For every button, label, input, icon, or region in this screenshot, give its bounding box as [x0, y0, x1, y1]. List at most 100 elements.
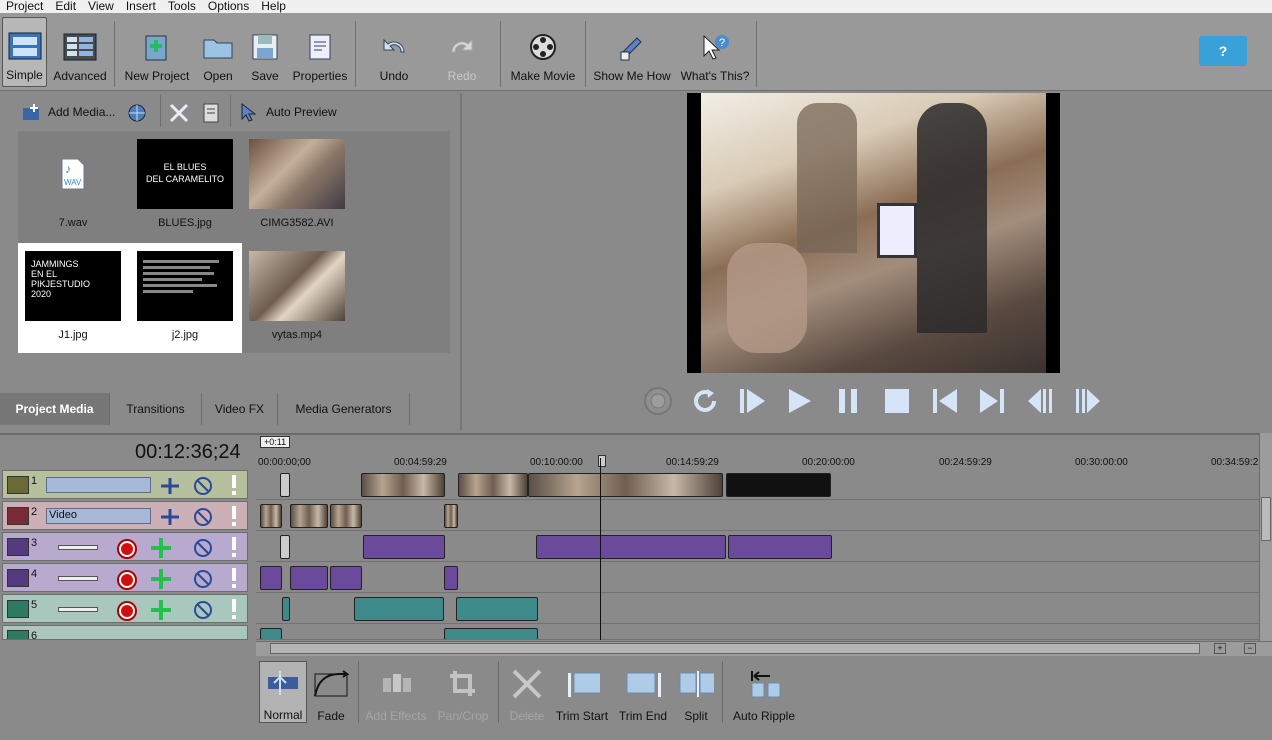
audio-clip[interactable]: [280, 535, 290, 559]
pan-crop-button[interactable]: Pan/Crop: [434, 661, 492, 723]
video-clip[interactable]: [260, 504, 282, 528]
split-button[interactable]: Split: [676, 661, 716, 723]
zoom-in-icon[interactable]: +: [1214, 643, 1226, 654]
video-clip[interactable]: [444, 504, 458, 528]
timeline-ruler[interactable]: +0:11 00:00:00;00 00:04:59:29 00:10:00:0…: [256, 433, 1259, 468]
track-header-2[interactable]: 2 Video: [2, 501, 248, 530]
normal-tool-button[interactable]: Normal: [259, 661, 307, 723]
globe-icon[interactable]: [127, 103, 147, 123]
menu-view[interactable]: View: [82, 0, 120, 13]
solo-icon[interactable]: [227, 505, 241, 530]
track-lane-1[interactable]: [256, 470, 1259, 500]
video-clip[interactable]: [528, 473, 723, 497]
media-item-vytas[interactable]: vytas.mp4: [242, 251, 352, 341]
auto-ripple-button[interactable]: Auto Ripple: [728, 661, 800, 723]
arm-record-icon[interactable]: [116, 600, 138, 625]
media-item-j2[interactable]: j2.jpg: [130, 251, 240, 341]
track-name-field[interactable]: Video: [46, 508, 151, 524]
menu-options[interactable]: Options: [202, 0, 255, 13]
auto-preview-toggle[interactable]: Auto Preview: [238, 101, 348, 123]
track-header-1[interactable]: 1: [2, 470, 248, 499]
scroll-thumb[interactable]: [270, 643, 1200, 654]
pan-icon[interactable]: [149, 568, 173, 593]
show-me-how-button[interactable]: Show Me How: [591, 17, 673, 87]
previous-frame-icon[interactable]: [1022, 384, 1058, 418]
audio-clip[interactable]: [456, 597, 538, 621]
solo-icon[interactable]: [227, 567, 241, 592]
video-clip[interactable]: [458, 473, 528, 497]
track-lane-6[interactable]: [256, 625, 1259, 640]
fade-tool-button[interactable]: Fade: [310, 661, 352, 723]
video-clip[interactable]: [280, 473, 290, 497]
media-item-cimg[interactable]: CIMG3582.AVI: [242, 139, 352, 229]
add-media-button[interactable]: Add Media...: [20, 101, 120, 123]
mute-icon[interactable]: [193, 569, 213, 592]
make-movie-button[interactable]: Make Movie: [507, 17, 579, 87]
go-to-end-icon[interactable]: [974, 384, 1010, 418]
loop-icon[interactable]: [687, 384, 723, 418]
menu-help[interactable]: Help: [255, 0, 292, 13]
stop-icon[interactable]: [879, 384, 915, 418]
audio-clip[interactable]: [330, 566, 362, 590]
arm-record-icon[interactable]: [116, 569, 138, 594]
redo-button[interactable]: Redo: [430, 17, 494, 87]
record-button[interactable]: [640, 384, 676, 418]
pause-icon[interactable]: [830, 384, 866, 418]
track-header-4[interactable]: 4: [2, 563, 248, 592]
track-lane-3[interactable]: [256, 532, 1259, 562]
timeline-vertical-scrollbar[interactable]: [1259, 433, 1272, 641]
menu-edit[interactable]: Edit: [49, 0, 82, 13]
video-clip[interactable]: [330, 504, 362, 528]
trim-start-button[interactable]: Trim Start: [554, 661, 610, 723]
media-item-j1[interactable]: JAMMINGS EN EL PIKJESTUDIO 2020 J1.jpg: [18, 251, 128, 341]
properties-button[interactable]: Properties: [291, 17, 349, 87]
audio-clip[interactable]: [282, 597, 290, 621]
tab-project-media[interactable]: Project Media: [0, 393, 110, 425]
open-button[interactable]: Open: [197, 17, 239, 87]
mute-icon[interactable]: [193, 600, 213, 623]
media-item-blues[interactable]: EL BLUES DEL CARAMELITO BLUES.jpg: [130, 139, 240, 229]
audio-clip[interactable]: [728, 535, 832, 559]
save-button[interactable]: Save: [245, 17, 285, 87]
remove-media-icon[interactable]: [168, 102, 190, 124]
arm-record-icon[interactable]: [116, 538, 138, 563]
track-header-3[interactable]: 3: [2, 532, 248, 561]
timeline-horizontal-scrollbar[interactable]: + −: [256, 641, 1272, 656]
pan-icon[interactable]: [149, 599, 173, 624]
video-clip[interactable]: [726, 473, 831, 497]
menu-project[interactable]: Project: [0, 0, 49, 13]
volume-slider[interactable]: [58, 607, 98, 612]
tab-media-generators[interactable]: Media Generators: [278, 393, 410, 425]
video-clip[interactable]: [361, 473, 445, 497]
zoom-out-icon[interactable]: −: [1244, 643, 1256, 654]
mute-icon[interactable]: [193, 507, 213, 530]
solo-icon[interactable]: [227, 536, 241, 561]
composite-mode-icon[interactable]: [159, 508, 181, 529]
track-lane-4[interactable]: [256, 563, 1259, 593]
pan-icon[interactable]: [149, 537, 173, 562]
delete-button[interactable]: Delete: [504, 661, 550, 723]
track-name-field[interactable]: [46, 477, 151, 493]
menu-tools[interactable]: Tools: [162, 0, 202, 13]
next-frame-icon[interactable]: [1070, 384, 1106, 418]
audio-clip[interactable]: [354, 597, 444, 621]
audio-clip[interactable]: [444, 628, 538, 639]
track-lane-5[interactable]: [256, 594, 1259, 624]
solo-icon[interactable]: [227, 598, 241, 623]
composite-mode-icon[interactable]: [159, 477, 181, 498]
audio-clip[interactable]: [260, 566, 282, 590]
mute-icon[interactable]: [193, 538, 213, 561]
track-lane-2[interactable]: [256, 501, 1259, 531]
undo-button[interactable]: Undo: [362, 17, 426, 87]
track-header-6[interactable]: 6: [2, 625, 248, 640]
volume-slider[interactable]: [58, 545, 98, 550]
trim-end-button[interactable]: Trim End: [616, 661, 670, 723]
track-header-5[interactable]: 5: [2, 594, 248, 623]
help-button[interactable]: ?: [1199, 36, 1247, 66]
tab-transitions[interactable]: Transitions: [110, 393, 202, 425]
media-properties-icon[interactable]: [201, 102, 223, 124]
audio-clip[interactable]: [290, 566, 328, 590]
media-item-7wav[interactable]: ♪ WAV 7.wav: [18, 139, 128, 229]
solo-icon[interactable]: [227, 474, 241, 499]
menu-insert[interactable]: Insert: [120, 0, 162, 13]
